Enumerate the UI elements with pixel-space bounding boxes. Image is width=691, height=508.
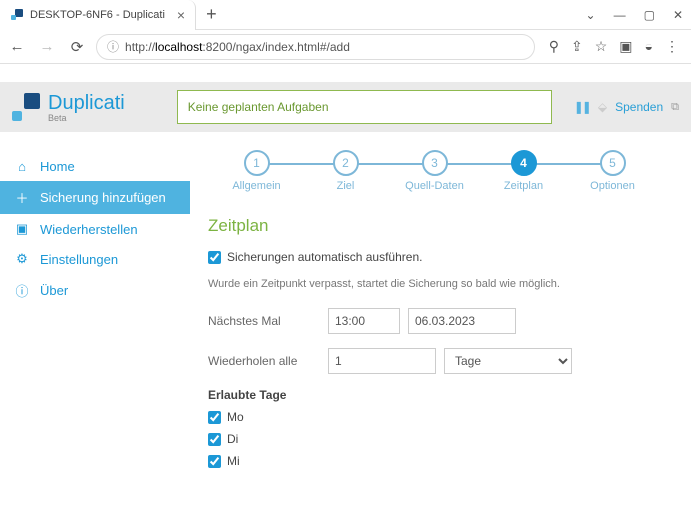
- browser-toolbar: ← → ⟳ ⓘ http://localhost:8200/ngax/index…: [0, 30, 691, 64]
- plus-icon: ＋: [14, 188, 30, 207]
- sidebar-item-label: Home: [40, 159, 75, 174]
- app-header: Duplicati Beta Keine geplanten Aufgaben …: [0, 82, 691, 132]
- chevron-down-icon[interactable]: ⌄: [586, 8, 596, 22]
- sidebar-item-settings[interactable]: ⚙ Einstellungen: [0, 244, 190, 274]
- step-options[interactable]: 5 Optionen: [568, 150, 657, 192]
- duplicati-favicon-icon: [10, 8, 24, 22]
- browser-tab[interactable]: DESKTOP-6NF6 - Duplicati ×: [0, 0, 196, 30]
- minimize-icon[interactable]: —: [614, 8, 626, 22]
- address-bar[interactable]: ⓘ http://localhost:8200/ngax/index.html#…: [96, 34, 535, 60]
- auto-run-checkbox[interactable]: [208, 251, 221, 264]
- sidebar-item-label: Über: [40, 283, 68, 298]
- menu-icon[interactable]: ⋮: [665, 38, 679, 55]
- auto-run-checkbox-row[interactable]: Sicherungen automatisch ausführen.: [208, 250, 661, 264]
- next-date-input[interactable]: [408, 308, 516, 334]
- sidebar-item-home[interactable]: ⌂ Home: [0, 152, 190, 181]
- sidebar: ⌂ Home ＋ Sicherung hinzufügen ▣ Wiederhe…: [0, 132, 190, 508]
- missed-schedule-hint: Wurde ein Zeitpunkt verpasst, startet di…: [208, 278, 661, 290]
- maximize-icon[interactable]: ▢: [644, 8, 655, 22]
- wizard-stepper: 1 Allgemein 2 Ziel 3 Quell-Daten 4 Zeitp…: [208, 150, 661, 192]
- brand-name: Duplicati: [48, 92, 125, 115]
- back-button[interactable]: ←: [6, 38, 28, 55]
- bookmark-icon[interactable]: ☆: [595, 38, 608, 55]
- day-checkbox[interactable]: [208, 411, 221, 424]
- step-schedule[interactable]: 4 Zeitplan: [479, 150, 568, 192]
- share-icon[interactable]: ⇪: [571, 38, 583, 55]
- close-tab-icon[interactable]: ×: [177, 7, 185, 23]
- home-icon: ⌂: [14, 159, 30, 174]
- day-mi[interactable]: Mi: [208, 454, 661, 468]
- sidebar-item-label: Wiederherstellen: [40, 222, 138, 237]
- day-checkbox[interactable]: [208, 455, 221, 468]
- sidebar-item-label: Einstellungen: [40, 252, 118, 267]
- browser-titlebar: DESKTOP-6NF6 - Duplicati × + ⌄ — ▢ ✕: [0, 0, 691, 30]
- main-content: 1 Allgemein 2 Ziel 3 Quell-Daten 4 Zeitp…: [190, 132, 691, 508]
- forward-button[interactable]: →: [36, 38, 58, 55]
- restore-icon: ▣: [14, 221, 30, 237]
- reload-button[interactable]: ⟳: [66, 38, 88, 56]
- section-title: Zeitplan: [208, 216, 661, 236]
- step-label: Quell-Daten: [405, 180, 464, 192]
- brand[interactable]: Duplicati Beta: [12, 92, 125, 123]
- day-mo[interactable]: Mo: [208, 410, 661, 424]
- url-text: http://localhost:8200/ngax/index.html#/a…: [125, 40, 524, 54]
- step-general[interactable]: 1 Allgemein: [212, 150, 301, 192]
- close-window-icon[interactable]: ✕: [673, 8, 683, 22]
- step-label: Optionen: [590, 180, 635, 192]
- tab-title: DESKTOP-6NF6 - Duplicati: [30, 9, 165, 21]
- day-di[interactable]: Di: [208, 432, 661, 446]
- pause-icon[interactable]: ❚❚: [574, 100, 590, 114]
- day-checkbox[interactable]: [208, 433, 221, 446]
- status-message: Keine geplanten Aufgaben: [177, 90, 552, 124]
- sidebar-item-label: Sicherung hinzufügen: [40, 190, 166, 205]
- step-destination[interactable]: 2 Ziel: [301, 150, 390, 192]
- next-time-label: Nächstes Mal: [208, 314, 328, 328]
- allowed-days-title: Erlaubte Tage: [208, 388, 661, 402]
- donate-link[interactable]: Spenden: [615, 100, 663, 114]
- site-info-icon[interactable]: ⓘ: [107, 38, 119, 55]
- brand-logo-icon: [12, 93, 40, 121]
- external-link-icon[interactable]: ⧉: [671, 101, 679, 114]
- auto-run-label: Sicherungen automatisch ausführen.: [227, 250, 422, 264]
- sidebar-item-add-backup[interactable]: ＋ Sicherung hinzufügen: [0, 181, 190, 214]
- window-controls: ⌄ — ▢ ✕: [586, 8, 691, 22]
- repeat-value-input[interactable]: [328, 348, 436, 374]
- sidebar-item-restore[interactable]: ▣ Wiederherstellen: [0, 214, 190, 244]
- step-label: Allgemein: [232, 180, 280, 192]
- step-label: Zeitplan: [504, 180, 543, 192]
- next-time-input[interactable]: [328, 308, 400, 334]
- gear-icon: ⚙: [14, 251, 30, 267]
- profile-icon[interactable]: ◒: [645, 38, 653, 55]
- extensions-icon[interactable]: ▣: [619, 38, 632, 55]
- step-source[interactable]: 3 Quell-Daten: [390, 150, 479, 192]
- info-icon: ⓘ: [14, 281, 30, 300]
- search-icon[interactable]: ⚲: [549, 38, 559, 55]
- repeat-unit-select[interactable]: Tage: [444, 348, 572, 374]
- sidebar-item-about[interactable]: ⓘ Über: [0, 274, 190, 307]
- step-label: Ziel: [337, 180, 355, 192]
- repeat-label: Wiederholen alle: [208, 354, 328, 368]
- throttle-icon[interactable]: ⬙: [598, 100, 607, 114]
- new-tab-button[interactable]: +: [196, 4, 227, 25]
